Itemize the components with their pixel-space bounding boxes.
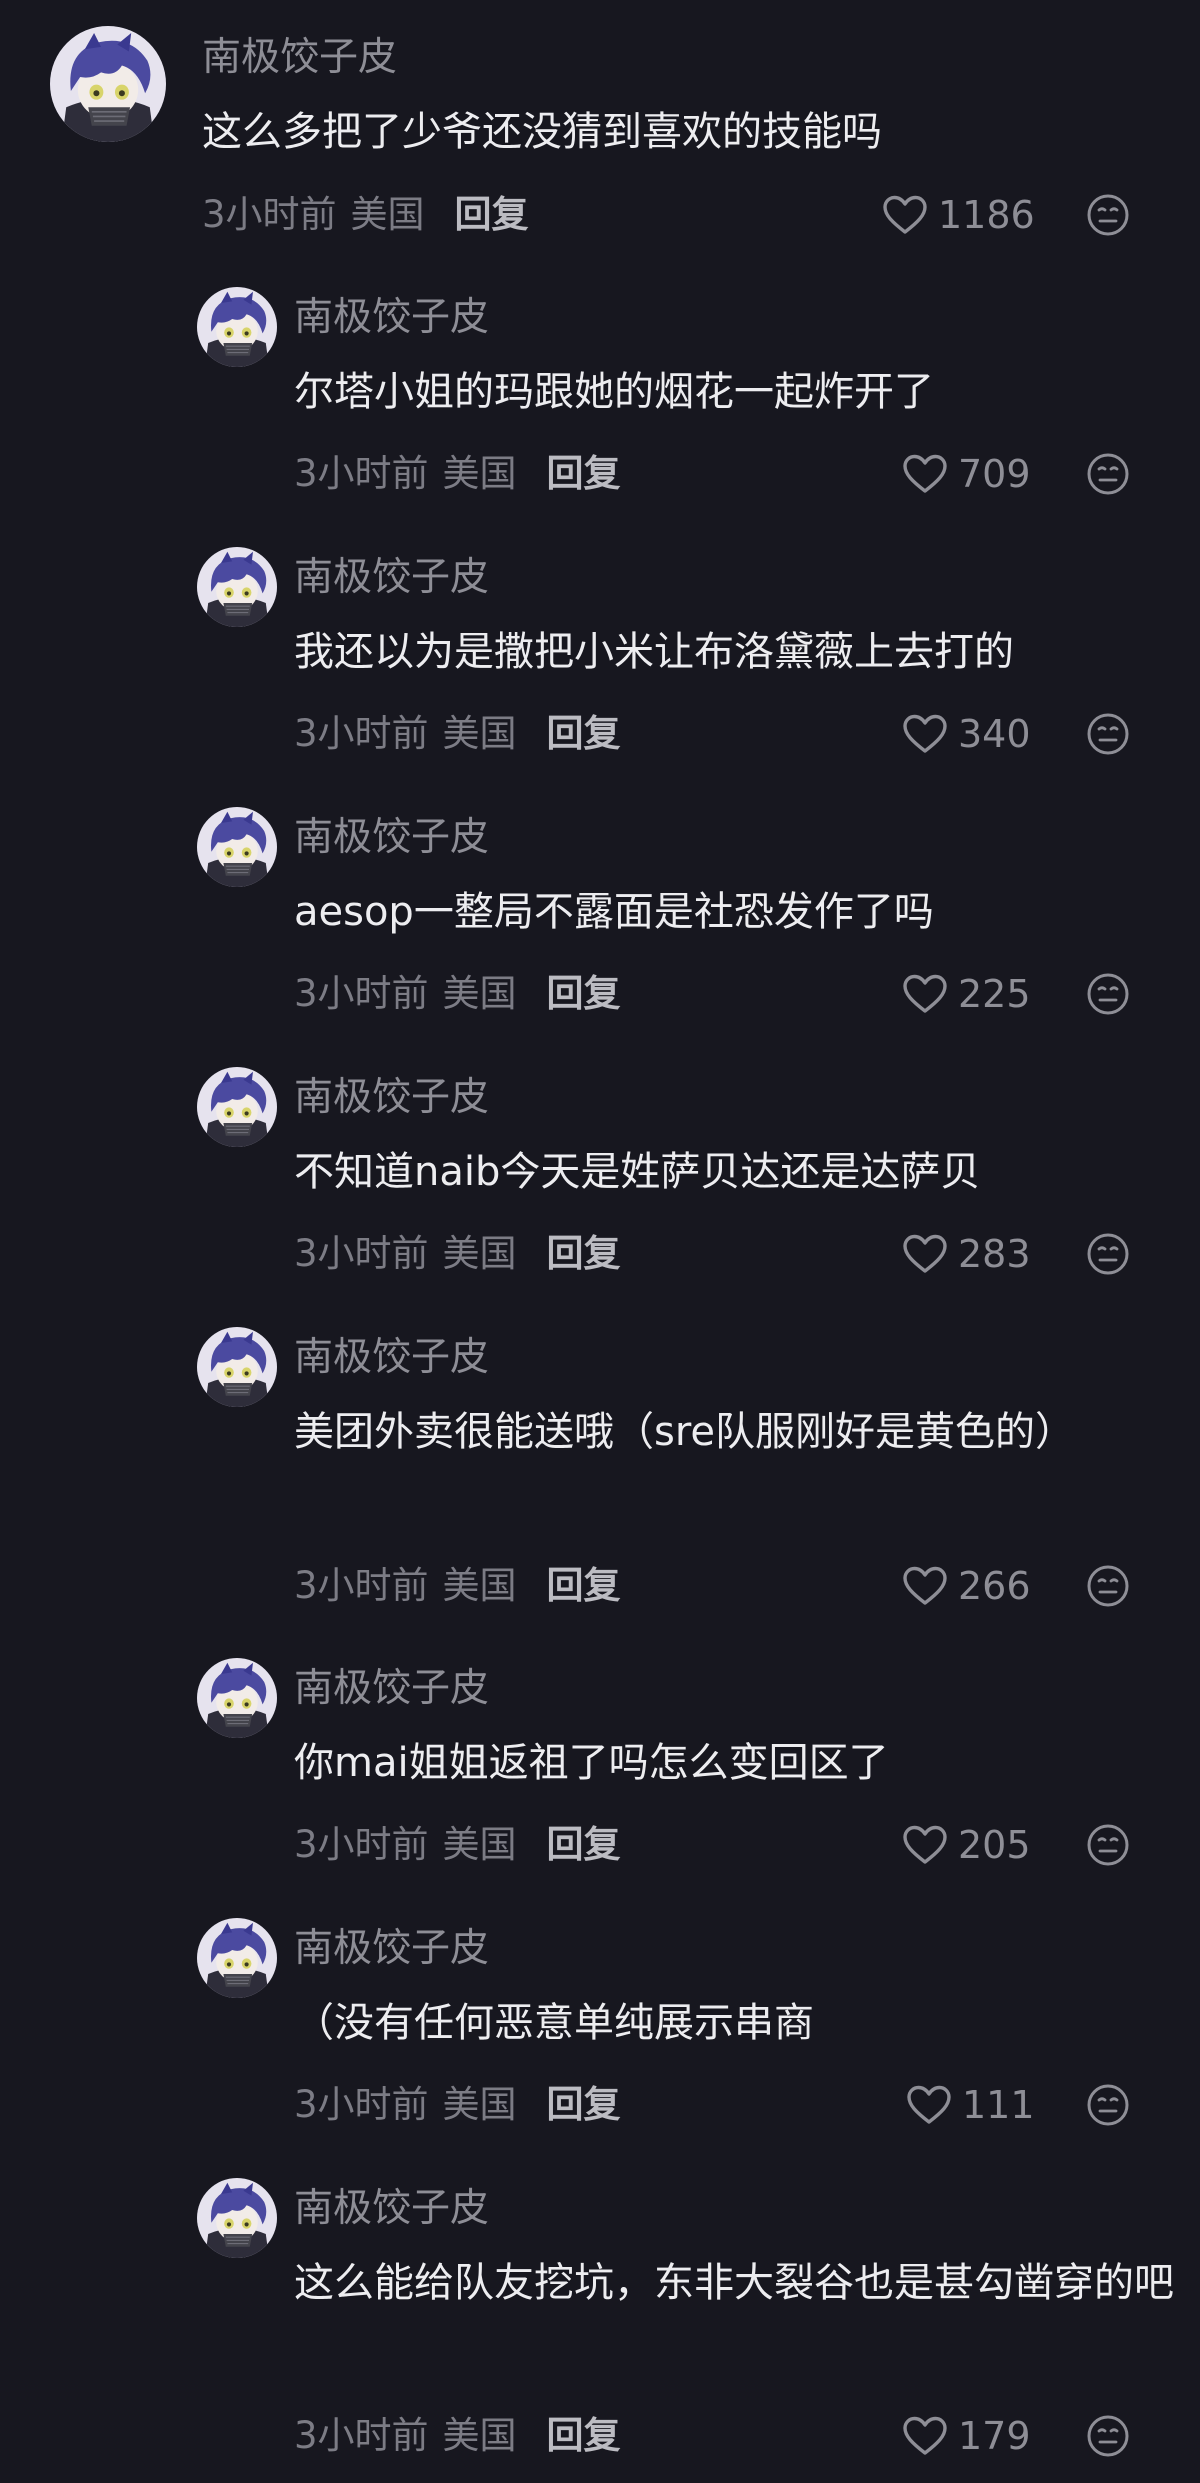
emoji-face-icon[interactable] [1086, 2414, 1130, 2458]
comment-meta: 3小时前 美国 回复 [294, 710, 621, 758]
avatar[interactable] [197, 807, 277, 887]
comment-location: 美国 [442, 2083, 517, 2126]
like-button[interactable]: 225 [902, 970, 1031, 1018]
heart-outline-icon [882, 194, 938, 236]
comment-time: 3小时前 [202, 193, 337, 236]
comment-location: 美国 [442, 1564, 517, 1607]
comment-text: 尔塔小姐的玛跟她的烟花一起炸开了 [294, 369, 934, 415]
like-button[interactable]: 205 [902, 1821, 1031, 1869]
comment-location: 美国 [442, 1823, 517, 1866]
comment-text: 你mai姐姐返祖了吗怎么变回区了 [294, 1740, 889, 1786]
reply-button[interactable]: 回复 [547, 2414, 621, 2457]
like-button[interactable]: 266 [902, 1562, 1031, 1610]
heart-outline-icon [902, 1233, 958, 1275]
like-count: 111 [962, 2083, 1035, 2127]
heart-outline-icon [902, 453, 958, 495]
comment-time: 3小时前 [294, 972, 429, 1015]
comment-text: 这么多把了少爷还没猜到喜欢的技能吗 [202, 109, 882, 155]
avatar[interactable] [197, 287, 277, 367]
reply-button[interactable]: 回复 [547, 1564, 621, 1607]
like-button[interactable]: 340 [902, 710, 1031, 758]
comment-meta: 3小时前 美国 回复 [294, 1821, 621, 1869]
like-button[interactable]: 709 [902, 450, 1031, 498]
comment-meta: 3小时前 美国 回复 [202, 191, 529, 239]
reply-button[interactable]: 回复 [547, 452, 621, 495]
like-count: 1186 [938, 193, 1035, 237]
like-count: 283 [958, 1232, 1031, 1276]
like-count: 225 [958, 972, 1031, 1016]
comment-username[interactable]: 南极饺子皮 [294, 1334, 489, 1382]
comment-time: 3小时前 [294, 2414, 429, 2457]
reply-button[interactable]: 回复 [547, 972, 621, 1015]
like-button[interactable]: 111 [906, 2081, 1035, 2129]
comment-username[interactable]: 南极饺子皮 [294, 1665, 489, 1713]
comment-username[interactable]: 南极饺子皮 [294, 814, 489, 862]
comment-location: 美国 [442, 972, 517, 1015]
comment-meta: 3小时前 美国 回复 [294, 2081, 621, 2129]
comment-text: 这么能给队友挖坑，东非大裂谷也是甚勾凿穿的吧 [294, 2260, 1174, 2306]
comment-meta: 3小时前 美国 回复 [294, 2412, 621, 2460]
comment-location: 美国 [350, 193, 425, 236]
heart-outline-icon [902, 1824, 958, 1866]
reply-button[interactable]: 回复 [455, 193, 529, 236]
comment-meta: 3小时前 美国 回复 [294, 1562, 621, 1610]
reply-button[interactable]: 回复 [547, 1823, 621, 1866]
comment-text: aesop一整局不露面是社恐发作了吗 [294, 889, 934, 935]
comment-username[interactable]: 南极饺子皮 [294, 1925, 489, 1973]
heart-outline-icon [902, 2415, 958, 2457]
comment-time: 3小时前 [294, 1232, 429, 1275]
reply-button[interactable]: 回复 [547, 1232, 621, 1275]
comment-time: 3小时前 [294, 452, 429, 495]
comment-time: 3小时前 [294, 712, 429, 755]
comment-meta: 3小时前 美国 回复 [294, 1230, 621, 1278]
comment-location: 美国 [442, 2414, 517, 2457]
avatar[interactable] [197, 1658, 277, 1738]
comment-username[interactable]: 南极饺子皮 [294, 1074, 489, 1122]
like-count: 340 [958, 712, 1031, 756]
reply-button[interactable]: 回复 [547, 712, 621, 755]
comment-text: 我还以为是撒把小米让布洛黛薇上去打的 [294, 629, 1014, 675]
avatar[interactable] [197, 2178, 277, 2258]
comment-time: 3小时前 [294, 1564, 429, 1607]
comment-text: （没有任何恶意单纯展示串商 [294, 2000, 814, 2046]
reply-button[interactable]: 回复 [547, 2083, 621, 2126]
comment-time: 3小时前 [294, 2083, 429, 2126]
comment-text: 不知道naib今天是姓萨贝达还是达萨贝 [294, 1149, 981, 1195]
comment-username[interactable]: 南极饺子皮 [294, 294, 489, 342]
heart-outline-icon [902, 1565, 958, 1607]
heart-outline-icon [902, 713, 958, 755]
avatar[interactable] [197, 1067, 277, 1147]
comment-text: 美团外卖很能送哦（sre队服刚好是黄色的） [294, 1409, 1076, 1455]
emoji-face-icon[interactable] [1086, 972, 1130, 1016]
emoji-face-icon[interactable] [1086, 1232, 1130, 1276]
like-button[interactable]: 1186 [882, 191, 1035, 239]
like-button[interactable]: 283 [902, 1230, 1031, 1278]
emoji-face-icon[interactable] [1086, 1564, 1130, 1608]
emoji-face-icon[interactable] [1086, 1823, 1130, 1867]
comment-location: 美国 [442, 452, 517, 495]
heart-outline-icon [902, 973, 958, 1015]
comment-username[interactable]: 南极饺子皮 [294, 2185, 489, 2233]
heart-outline-icon [906, 2084, 962, 2126]
comment-meta: 3小时前 美国 回复 [294, 450, 621, 498]
avatar[interactable] [197, 1327, 277, 1407]
like-count: 266 [958, 1564, 1031, 1608]
comment-time: 3小时前 [294, 1823, 429, 1866]
emoji-face-icon[interactable] [1086, 452, 1130, 496]
like-count: 709 [958, 452, 1031, 496]
emoji-face-icon[interactable] [1086, 712, 1130, 756]
like-count: 179 [958, 2414, 1031, 2458]
avatar[interactable] [197, 547, 277, 627]
comment-username[interactable]: 南极饺子皮 [294, 554, 489, 602]
like-count: 205 [958, 1823, 1031, 1867]
avatar[interactable] [50, 26, 166, 142]
like-button[interactable]: 179 [902, 2412, 1031, 2460]
comment-location: 美国 [442, 1232, 517, 1275]
comment-meta: 3小时前 美国 回复 [294, 970, 621, 1018]
emoji-face-icon[interactable] [1086, 2083, 1130, 2127]
comment-location: 美国 [442, 712, 517, 755]
comment-username[interactable]: 南极饺子皮 [202, 34, 397, 82]
avatar[interactable] [197, 1918, 277, 1998]
emoji-face-icon[interactable] [1086, 193, 1130, 237]
